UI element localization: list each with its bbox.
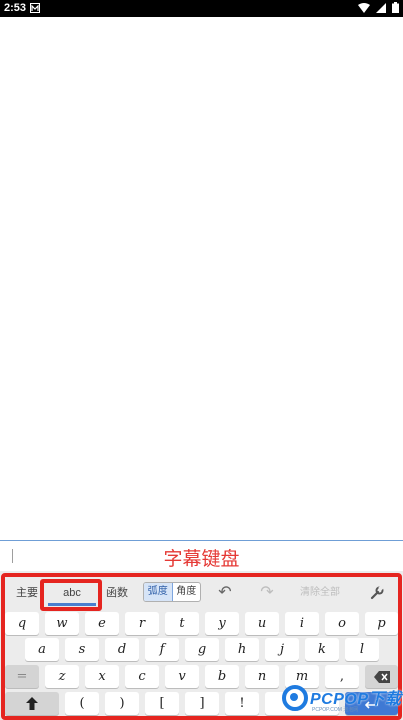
key-h[interactable]: h (225, 638, 259, 661)
key-x[interactable]: x (85, 665, 119, 688)
key-u[interactable]: u (245, 612, 279, 635)
shift-arrow-icon (26, 697, 38, 710)
content-area (0, 17, 403, 540)
settings-wrench-icon[interactable] (364, 577, 390, 609)
key-c[interactable]: c (125, 665, 159, 688)
key-exclamation[interactable]: ! (225, 692, 259, 715)
key-e[interactable]: e (85, 612, 119, 635)
pcpop-logo-icon (282, 685, 308, 711)
key-right-paren[interactable]: ) (105, 692, 139, 715)
key-k[interactable]: k (305, 638, 339, 661)
watermark-subtext: PCPOP.COM 泡泡网 (312, 707, 359, 713)
key-left-bracket[interactable]: [ (145, 692, 179, 715)
shift-key[interactable] (5, 692, 59, 715)
key-o[interactable]: o (325, 612, 359, 635)
signal-icon (376, 2, 386, 13)
radian-option[interactable]: 弧度 (144, 583, 173, 601)
keyboard-toolbar: 主要 abc 函数 弧度 角度 ↶ ↷ 清除全部 (0, 577, 403, 611)
key-n[interactable]: n (245, 665, 279, 688)
status-bar: 2:53 (0, 0, 403, 17)
key-equals[interactable]: = (5, 665, 39, 688)
key-b[interactable]: b (205, 665, 239, 688)
formula-input[interactable]: 字幕键盘 (0, 540, 403, 571)
key-q[interactable]: q (5, 612, 39, 635)
tab-functions[interactable]: 函数 (102, 577, 132, 609)
key-t[interactable]: t (165, 612, 199, 635)
keyboard-caption: 字幕键盘 (163, 548, 240, 570)
backspace-icon (373, 670, 390, 683)
key-right-bracket[interactable]: ] (185, 692, 219, 715)
key-g[interactable]: g (185, 638, 219, 661)
key-l[interactable]: l (345, 638, 379, 661)
tab-abc-highlight (40, 579, 102, 611)
clear-all-button[interactable]: 清除全部 (290, 577, 350, 609)
key-j[interactable]: j (265, 638, 299, 661)
key-i[interactable]: i (285, 612, 319, 635)
key-z[interactable]: z (45, 665, 79, 688)
key-f[interactable]: f (145, 638, 179, 661)
tab-main[interactable]: 主要 (10, 577, 44, 609)
status-time: 2:53 (4, 2, 27, 14)
redo-icon[interactable]: ↷ (254, 577, 280, 609)
angle-unit-toggle[interactable]: 弧度 角度 (143, 582, 201, 602)
key-w[interactable]: w (45, 612, 79, 635)
download-status-icon (30, 3, 41, 13)
key-s[interactable]: s (65, 638, 99, 661)
key-y[interactable]: y (205, 612, 239, 635)
pcpop-watermark: PCPOP下载 PCPOP.COM 泡泡网 (278, 683, 403, 720)
key-p[interactable]: p (365, 612, 398, 635)
wifi-icon (358, 2, 370, 13)
key-v[interactable]: v (165, 665, 199, 688)
degree-option[interactable]: 角度 (173, 583, 201, 601)
battery-icon (392, 2, 399, 13)
undo-icon[interactable]: ↶ (212, 577, 238, 609)
key-r[interactable]: r (125, 612, 159, 635)
key-a[interactable]: a (25, 638, 59, 661)
key-d[interactable]: d (105, 638, 139, 661)
key-left-paren[interactable]: ( (65, 692, 99, 715)
